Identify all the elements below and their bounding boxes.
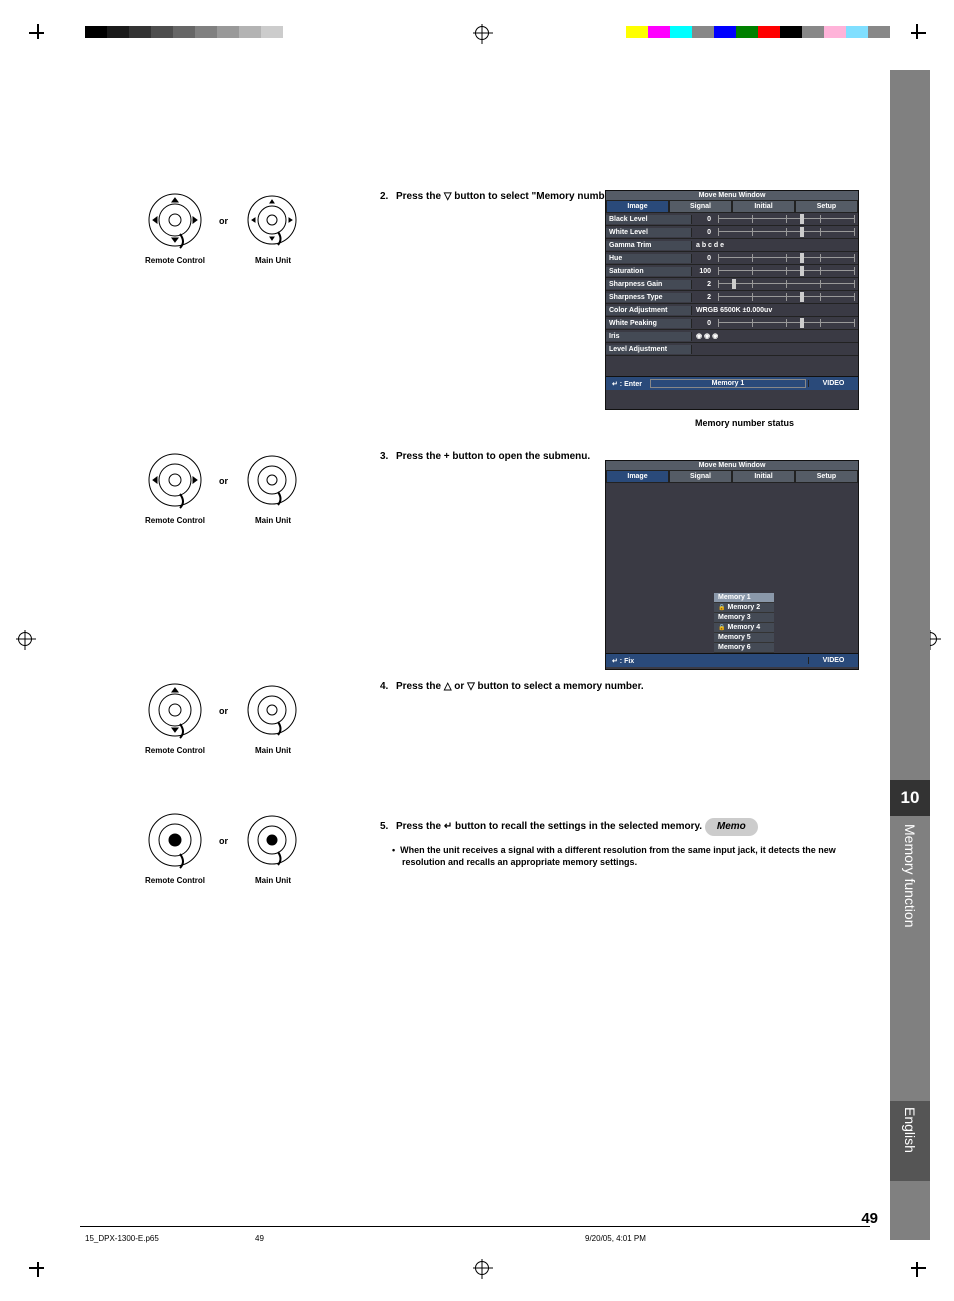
main-unit-label: Main Unit (255, 746, 291, 755)
remote-dial-icon (145, 450, 205, 512)
remote-label: Remote Control (145, 256, 217, 265)
memory-list-item: Memory 6 (714, 643, 774, 653)
main-unit-label: Main Unit (255, 876, 291, 885)
remote-dial-icon (145, 190, 205, 252)
main-unit-label: Main Unit (255, 256, 291, 265)
osd-caption: Memory number status (695, 418, 794, 428)
down-triangle-icon: ▽ (467, 681, 475, 692)
language-label: English (902, 1107, 918, 1153)
osd-tab: Image (606, 470, 669, 483)
language-tab: English (890, 1101, 930, 1181)
osd-tab: Setup (795, 470, 858, 483)
osd-row: Color AdjustmentWRGB 6500K ±0.000uv (606, 304, 858, 317)
or-label: or (219, 836, 228, 846)
memory-list-item: Memory 2 (714, 603, 774, 613)
registration-mark-bottom (475, 1261, 489, 1275)
osd-title: Move Menu Window (606, 191, 858, 200)
cmyk-color-bar (626, 26, 890, 38)
memory-list-item: Memory 3 (714, 613, 774, 623)
down-triangle-icon: ▽ (444, 191, 452, 202)
main-unit-dial-icon (242, 190, 302, 252)
chapter-number: 10 (890, 780, 930, 816)
osd-foot-fix: ↵ : Fix (606, 657, 640, 665)
osd-tab: Initial (732, 470, 795, 483)
registration-mark-left (18, 632, 32, 646)
or-label: or (219, 476, 228, 486)
footer-sheet: 49 (255, 1234, 264, 1243)
osd-row: White Peaking0 (606, 317, 858, 330)
side-margin-gray (890, 70, 930, 1240)
osd-menu-screenshot-2: Move Menu Window ImageSignalInitialSetup… (605, 460, 859, 670)
remote-label: Remote Control (145, 746, 217, 755)
osd-tab: Signal (669, 470, 732, 483)
osd-row: Hue0 (606, 252, 858, 265)
osd-row: Black Level0 (606, 213, 858, 226)
osd-row: Saturation100 (606, 265, 858, 278)
or-label: or (219, 706, 228, 716)
osd-row: Level Adjustment (606, 343, 858, 356)
memo-badge: Memo (705, 818, 758, 836)
main-unit-dial-icon (242, 680, 302, 742)
memory-list-item: Memory 4 (714, 623, 774, 633)
remote-dial-icon (145, 680, 205, 742)
step-5-text: 5.Press the ↵ button to recall the setti… (380, 810, 840, 868)
memory-list-item: Memory 1 (714, 593, 774, 603)
osd-menu-screenshot-1: Move Menu Window ImageSignalInitialSetup… (605, 190, 859, 410)
osd-tab: Setup (795, 200, 858, 213)
osd-row: Sharpness Type2 (606, 291, 858, 304)
memo-bullet: • When the unit receives a signal with a… (392, 844, 840, 868)
osd-title: Move Menu Window (606, 461, 858, 470)
step-5-row: or Remote Control Main Unit 5.Press the ↵… (145, 810, 840, 885)
memory-list: Memory 1Memory 2Memory 3Memory 4Memory 5… (714, 593, 774, 653)
memory-list-item: Memory 5 (714, 633, 774, 643)
or-label: or (219, 216, 228, 226)
footer-datetime: 9/20/05, 4:01 PM (585, 1234, 646, 1243)
step-4-row: or Remote Control Main Unit 4.Press the △… (145, 680, 840, 755)
osd-foot-enter: ↵ : Enter (606, 380, 648, 388)
osd-row: Sharpness Gain2 (606, 278, 858, 291)
registration-mark-top (475, 26, 489, 40)
remote-dial-icon (145, 810, 205, 872)
osd-foot-memory: Memory 1 (650, 379, 806, 388)
page-number: 49 (861, 1210, 878, 1227)
step-4-text: 4.Press the △ or ▽ button to select a me… (380, 680, 840, 694)
main-unit-dial-icon (242, 810, 302, 872)
chapter-tab: 10 Memory function (890, 780, 930, 1030)
chapter-title: Memory function (902, 824, 918, 927)
grayscale-color-bar (85, 26, 283, 38)
osd-tab: Initial (732, 200, 795, 213)
osd-tab: Signal (669, 200, 732, 213)
osd-row: Iris◉ ◉ ◉ (606, 330, 858, 343)
footer-filename: 15_DPX-1300-E.p65 (85, 1234, 159, 1243)
osd-tab: Image (606, 200, 669, 213)
up-triangle-icon: △ (444, 681, 452, 692)
enter-icon: ↵ (444, 821, 452, 832)
remote-label: Remote Control (145, 876, 217, 885)
remote-label: Remote Control (145, 516, 217, 525)
main-unit-label: Main Unit (255, 516, 291, 525)
osd-foot-video: VIDEO (808, 380, 858, 387)
main-unit-dial-icon (242, 450, 302, 512)
osd-foot-video: VIDEO (808, 657, 858, 664)
osd-row: Gamma Trima b c d e (606, 239, 858, 252)
osd-row: White Level0 (606, 226, 858, 239)
footer-rule (80, 1226, 870, 1227)
